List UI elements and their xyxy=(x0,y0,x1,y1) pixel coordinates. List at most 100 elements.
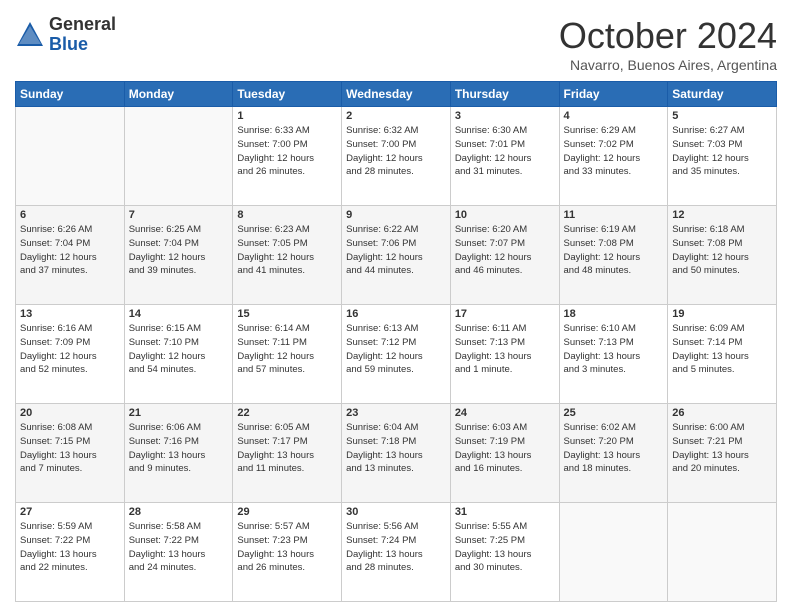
logo-icon xyxy=(15,20,45,50)
day-number: 16 xyxy=(346,308,446,320)
calendar-cell: 26 Sunrise: 6:00 AMSunset: 7:21 PMDayligh… xyxy=(668,404,777,503)
calendar-cell xyxy=(16,107,125,206)
day-number: 11 xyxy=(564,209,664,221)
calendar-cell xyxy=(124,107,233,206)
day-info: Sunrise: 6:04 AMSunset: 7:18 PMDaylight:… xyxy=(346,421,446,476)
day-number: 27 xyxy=(20,506,120,518)
calendar-cell: 22 Sunrise: 6:05 AMSunset: 7:17 PMDayligh… xyxy=(233,404,342,503)
day-number: 14 xyxy=(129,308,229,320)
calendar-cell: 17 Sunrise: 6:11 AMSunset: 7:13 PMDayligh… xyxy=(450,305,559,404)
day-info: Sunrise: 6:32 AMSunset: 7:00 PMDaylight:… xyxy=(346,124,446,179)
calendar-week-row: 20 Sunrise: 6:08 AMSunset: 7:15 PMDayligh… xyxy=(16,404,777,503)
day-info: Sunrise: 5:57 AMSunset: 7:23 PMDaylight:… xyxy=(237,520,337,575)
day-number: 1 xyxy=(237,110,337,122)
day-number: 29 xyxy=(237,506,337,518)
calendar-cell: 14 Sunrise: 6:15 AMSunset: 7:10 PMDayligh… xyxy=(124,305,233,404)
day-info: Sunrise: 6:15 AMSunset: 7:10 PMDaylight:… xyxy=(129,322,229,377)
calendar-cell: 25Sunrise: 6:02 AMSunset: 7:20 PMDayligh… xyxy=(559,404,668,503)
calendar-cell: 30 Sunrise: 5:56 AMSunset: 7:24 PMDayligh… xyxy=(342,503,451,602)
calendar-week-row: 1 Sunrise: 6:33 AMSunset: 7:00 PMDaylight… xyxy=(16,107,777,206)
day-number: 13 xyxy=(20,308,120,320)
calendar-cell: 13 Sunrise: 6:16 AMSunset: 7:09 PMDayligh… xyxy=(16,305,125,404)
day-info: Sunrise: 6:00 AMSunset: 7:21 PMDaylight:… xyxy=(672,421,772,476)
day-number: 24 xyxy=(455,407,555,419)
calendar-cell: 19Sunrise: 6:09 AMSunset: 7:14 PMDayligh… xyxy=(668,305,777,404)
calendar-cell: 31 Sunrise: 5:55 AMSunset: 7:25 PMDayligh… xyxy=(450,503,559,602)
location: Navarro, Buenos Aires, Argentina xyxy=(559,57,777,73)
day-info: Sunrise: 6:19 AMSunset: 7:08 PMDaylight:… xyxy=(564,223,664,278)
logo-text: General Blue xyxy=(49,15,116,55)
calendar-cell: 12 Sunrise: 6:18 AMSunset: 7:08 PMDayligh… xyxy=(668,206,777,305)
calendar-day-header: Tuesday xyxy=(233,82,342,107)
calendar-header-row: SundayMondayTuesdayWednesdayThursdayFrid… xyxy=(16,82,777,107)
day-info: Sunrise: 6:14 AMSunset: 7:11 PMDaylight:… xyxy=(237,322,337,377)
calendar-day-header: Monday xyxy=(124,82,233,107)
day-info: Sunrise: 6:05 AMSunset: 7:17 PMDaylight:… xyxy=(237,421,337,476)
day-number: 18 xyxy=(564,308,664,320)
day-number: 9 xyxy=(346,209,446,221)
day-info: Sunrise: 6:08 AMSunset: 7:15 PMDaylight:… xyxy=(20,421,120,476)
calendar-cell: 27Sunrise: 5:59 AMSunset: 7:22 PMDayligh… xyxy=(16,503,125,602)
day-number: 3 xyxy=(455,110,555,122)
day-number: 8 xyxy=(237,209,337,221)
calendar-cell: 23 Sunrise: 6:04 AMSunset: 7:18 PMDayligh… xyxy=(342,404,451,503)
calendar-cell: 18Sunrise: 6:10 AMSunset: 7:13 PMDayligh… xyxy=(559,305,668,404)
day-number: 12 xyxy=(672,209,772,221)
calendar-day-header: Wednesday xyxy=(342,82,451,107)
day-info: Sunrise: 6:13 AMSunset: 7:12 PMDaylight:… xyxy=(346,322,446,377)
calendar-cell: 16 Sunrise: 6:13 AMSunset: 7:12 PMDayligh… xyxy=(342,305,451,404)
day-number: 28 xyxy=(129,506,229,518)
day-info: Sunrise: 6:29 AMSunset: 7:02 PMDaylight:… xyxy=(564,124,664,179)
calendar-week-row: 27Sunrise: 5:59 AMSunset: 7:22 PMDayligh… xyxy=(16,503,777,602)
calendar-cell: 28 Sunrise: 5:58 AMSunset: 7:22 PMDayligh… xyxy=(124,503,233,602)
title-block: October 2024 Navarro, Buenos Aires, Arge… xyxy=(559,15,777,73)
day-info: Sunrise: 6:16 AMSunset: 7:09 PMDaylight:… xyxy=(20,322,120,377)
day-info: Sunrise: 6:25 AMSunset: 7:04 PMDaylight:… xyxy=(129,223,229,278)
calendar-cell: 10 Sunrise: 6:20 AMSunset: 7:07 PMDayligh… xyxy=(450,206,559,305)
logo-blue: Blue xyxy=(49,35,116,55)
calendar-cell: 8 Sunrise: 6:23 AMSunset: 7:05 PMDaylight… xyxy=(233,206,342,305)
calendar-cell: 1 Sunrise: 6:33 AMSunset: 7:00 PMDaylight… xyxy=(233,107,342,206)
day-number: 23 xyxy=(346,407,446,419)
day-number: 31 xyxy=(455,506,555,518)
day-number: 2 xyxy=(346,110,446,122)
calendar-cell: 3 Sunrise: 6:30 AMSunset: 7:01 PMDaylight… xyxy=(450,107,559,206)
day-number: 15 xyxy=(237,308,337,320)
calendar-cell: 5Sunrise: 6:27 AMSunset: 7:03 PMDaylight… xyxy=(668,107,777,206)
calendar-week-row: 13 Sunrise: 6:16 AMSunset: 7:09 PMDayligh… xyxy=(16,305,777,404)
day-info: Sunrise: 6:23 AMSunset: 7:05 PMDaylight:… xyxy=(237,223,337,278)
day-info: Sunrise: 5:56 AMSunset: 7:24 PMDaylight:… xyxy=(346,520,446,575)
calendar-day-header: Thursday xyxy=(450,82,559,107)
header: General Blue October 2024 Navarro, Bueno… xyxy=(15,15,777,73)
day-info: Sunrise: 6:11 AMSunset: 7:13 PMDaylight:… xyxy=(455,322,555,377)
day-number: 30 xyxy=(346,506,446,518)
day-info: Sunrise: 5:55 AMSunset: 7:25 PMDaylight:… xyxy=(455,520,555,575)
day-number: 26 xyxy=(672,407,772,419)
calendar-cell: 15 Sunrise: 6:14 AMSunset: 7:11 PMDayligh… xyxy=(233,305,342,404)
day-info: Sunrise: 6:20 AMSunset: 7:07 PMDaylight:… xyxy=(455,223,555,278)
day-info: Sunrise: 6:18 AMSunset: 7:08 PMDaylight:… xyxy=(672,223,772,278)
day-number: 17 xyxy=(455,308,555,320)
calendar-cell: 6 Sunrise: 6:26 AMSunset: 7:04 PMDaylight… xyxy=(16,206,125,305)
day-number: 10 xyxy=(455,209,555,221)
day-number: 4 xyxy=(564,110,664,122)
calendar-table: SundayMondayTuesdayWednesdayThursdayFrid… xyxy=(15,81,777,602)
day-info: Sunrise: 5:58 AMSunset: 7:22 PMDaylight:… xyxy=(129,520,229,575)
day-info: Sunrise: 6:09 AMSunset: 7:14 PMDaylight:… xyxy=(672,322,772,377)
calendar-cell xyxy=(668,503,777,602)
day-number: 7 xyxy=(129,209,229,221)
day-number: 20 xyxy=(20,407,120,419)
calendar-cell: 21Sunrise: 6:06 AMSunset: 7:16 PMDayligh… xyxy=(124,404,233,503)
calendar-day-header: Saturday xyxy=(668,82,777,107)
day-info: Sunrise: 6:26 AMSunset: 7:04 PMDaylight:… xyxy=(20,223,120,278)
calendar-cell: 7 Sunrise: 6:25 AMSunset: 7:04 PMDaylight… xyxy=(124,206,233,305)
day-info: Sunrise: 6:33 AMSunset: 7:00 PMDaylight:… xyxy=(237,124,337,179)
logo: General Blue xyxy=(15,15,116,55)
day-number: 6 xyxy=(20,209,120,221)
calendar-cell: 29 Sunrise: 5:57 AMSunset: 7:23 PMDayligh… xyxy=(233,503,342,602)
calendar-cell: 11 Sunrise: 6:19 AMSunset: 7:08 PMDayligh… xyxy=(559,206,668,305)
day-info: Sunrise: 6:30 AMSunset: 7:01 PMDaylight:… xyxy=(455,124,555,179)
day-info: Sunrise: 6:03 AMSunset: 7:19 PMDaylight:… xyxy=(455,421,555,476)
calendar-cell: 2 Sunrise: 6:32 AMSunset: 7:00 PMDaylight… xyxy=(342,107,451,206)
day-number: 22 xyxy=(237,407,337,419)
